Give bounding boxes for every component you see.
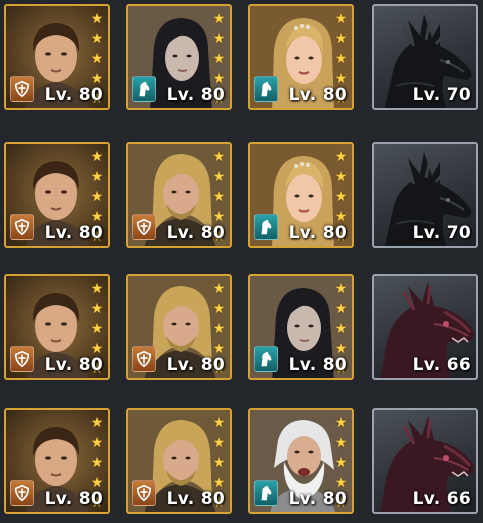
hero-card[interactable]: ★ ★ ★ ★ ★ Lv. 80 <box>126 142 232 248</box>
star-icon: ★ <box>90 11 104 27</box>
star-icon: ★ <box>334 149 348 165</box>
star-icon: ★ <box>334 415 348 431</box>
level-label: Lv. 70 <box>412 85 471 105</box>
warrior-shield-icon <box>10 76 34 102</box>
level-label: Lv. 66 <box>412 355 471 375</box>
hero-card[interactable]: ★ ★ ★ ★ ★ Lv. 80 <box>248 142 354 248</box>
star-icon: ★ <box>90 169 104 185</box>
hero-card[interactable]: ★ ★ ★ ★ ★ Lv. 80 <box>4 274 110 380</box>
star-icon: ★ <box>334 51 348 67</box>
star-icon: ★ <box>90 281 104 297</box>
star-icon: ★ <box>212 301 226 317</box>
star-icon: ★ <box>90 415 104 431</box>
level-label: Lv. 80 <box>44 489 103 509</box>
star-icon: ★ <box>90 31 104 47</box>
star-icon: ★ <box>90 301 104 317</box>
level-label: Lv. 80 <box>288 489 347 509</box>
cavalry-horse-icon <box>254 76 278 102</box>
level-label: Lv. 80 <box>166 355 225 375</box>
star-icon: ★ <box>212 415 226 431</box>
warrior-shield-icon <box>132 480 156 506</box>
level-label: Lv. 80 <box>44 355 103 375</box>
hero-card[interactable]: ★ ★ ★ ★ ★ Lv. 80 <box>126 4 232 110</box>
hero-card[interactable]: ★ ★ ★ ★ ★ Lv. 80 <box>126 408 232 514</box>
cavalry-horse-icon <box>254 480 278 506</box>
star-icon: ★ <box>212 11 226 27</box>
star-icon: ★ <box>90 321 104 337</box>
cavalry-horse-icon <box>254 214 278 240</box>
dragon-card[interactable]: Lv. 70 <box>372 142 478 248</box>
warrior-shield-icon <box>10 214 34 240</box>
warrior-shield-icon <box>10 480 34 506</box>
warrior-shield-icon <box>132 214 156 240</box>
level-label: Lv. 80 <box>44 223 103 243</box>
level-label: Lv. 80 <box>288 223 347 243</box>
hero-card[interactable]: ★ ★ ★ ★ ★ Lv. 80 <box>4 4 110 110</box>
lineup-row: ★ ★ ★ ★ ★ Lv. 80 ★ ★ ★ ★ ★ Lv. 80 ★ ★ ★ ★ ★ Lv. 80 <box>0 408 483 518</box>
warrior-shield-icon <box>10 346 34 372</box>
star-icon: ★ <box>334 11 348 27</box>
star-icon: ★ <box>334 281 348 297</box>
star-icon: ★ <box>212 169 226 185</box>
star-icon: ★ <box>334 435 348 451</box>
star-icon: ★ <box>334 301 348 317</box>
dragon-card[interactable]: Lv. 66 <box>372 408 478 514</box>
level-label: Lv. 80 <box>288 355 347 375</box>
star-icon: ★ <box>212 455 226 471</box>
hero-card[interactable]: ★ ★ ★ ★ ★ Lv. 80 <box>248 4 354 110</box>
star-icon: ★ <box>90 51 104 67</box>
level-label: Lv. 80 <box>44 85 103 105</box>
lineup-row: ★ ★ ★ ★ ★ Lv. 80 ★ ★ ★ ★ ★ Lv. 80 ★ ★ ★ ★ ★ Lv. 80 <box>0 142 483 252</box>
hero-card[interactable]: ★ ★ ★ ★ ★ Lv. 80 <box>126 274 232 380</box>
hero-card[interactable]: ★ ★ ★ ★ ★ Lv. 80 <box>248 408 354 514</box>
star-icon: ★ <box>334 189 348 205</box>
level-label: Lv. 80 <box>166 85 225 105</box>
level-label: Lv. 80 <box>288 85 347 105</box>
cavalry-horse-icon <box>254 346 278 372</box>
hero-card[interactable]: ★ ★ ★ ★ ★ Lv. 80 <box>4 408 110 514</box>
star-icon: ★ <box>334 321 348 337</box>
hero-card[interactable]: ★ ★ ★ ★ ★ Lv. 80 <box>4 142 110 248</box>
star-icon: ★ <box>212 189 226 205</box>
dragon-card[interactable]: Lv. 70 <box>372 4 478 110</box>
level-label: Lv. 70 <box>412 223 471 243</box>
level-label: Lv. 80 <box>166 489 225 509</box>
hero-card[interactable]: ★ ★ ★ ★ ★ Lv. 80 <box>248 274 354 380</box>
level-label: Lv. 66 <box>412 489 471 509</box>
star-icon: ★ <box>212 149 226 165</box>
star-icon: ★ <box>90 149 104 165</box>
lineup-row: ★ ★ ★ ★ ★ Lv. 80 ★ ★ ★ ★ ★ Lv. 80 ★ ★ ★ ★ ★ Lv. 80 <box>0 4 483 114</box>
dragon-card[interactable]: Lv. 66 <box>372 274 478 380</box>
star-icon: ★ <box>212 31 226 47</box>
star-icon: ★ <box>334 31 348 47</box>
lineup-row: ★ ★ ★ ★ ★ Lv. 80 ★ ★ ★ ★ ★ Lv. 80 ★ ★ ★ ★ ★ Lv. 80 <box>0 274 483 384</box>
cavalry-horse-icon <box>132 76 156 102</box>
star-icon: ★ <box>334 169 348 185</box>
star-icon: ★ <box>334 455 348 471</box>
star-icon: ★ <box>212 321 226 337</box>
star-icon: ★ <box>90 435 104 451</box>
warrior-shield-icon <box>132 346 156 372</box>
star-icon: ★ <box>212 281 226 297</box>
star-icon: ★ <box>212 435 226 451</box>
star-icon: ★ <box>212 51 226 67</box>
level-label: Lv. 80 <box>166 223 225 243</box>
star-icon: ★ <box>90 455 104 471</box>
star-icon: ★ <box>90 189 104 205</box>
